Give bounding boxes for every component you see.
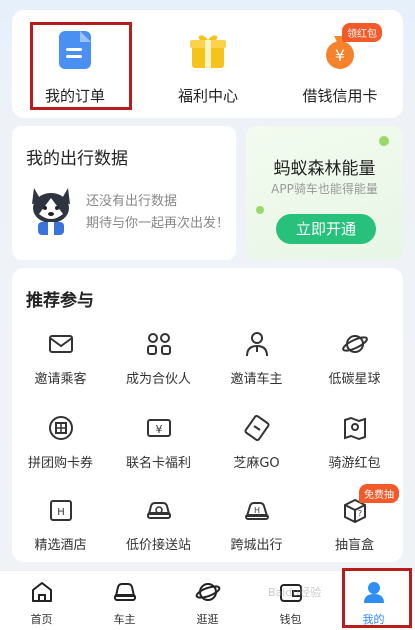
low-carbon-planet-label: 低碳星球 [328,372,381,387]
welfare-center-button[interactable]: 福利中心 [153,24,263,114]
welfare-center-label: 福利中心 [177,87,238,105]
gift-icon [188,30,228,74]
group-buy-coupon-button[interactable]: 拼团购卡券 [12,414,109,476]
invite-driver-label: 邀请车主 [230,372,283,387]
activate-now-button[interactable]: 立即开通 [276,214,376,244]
co-branded-card-label: 联名卡福利 [125,456,191,471]
ride-red-packet-label: 骑游红包 [328,456,381,471]
watermark-text: Baidu经验 [268,586,322,599]
invite-passenger-button[interactable]: 邀请乘客 [12,330,109,392]
station-shuttle-label: 低价接送站 [125,538,191,553]
nav-explore-label: 逛逛 [196,613,219,626]
planet-icon [341,330,369,362]
car-owner-icon [112,579,138,609]
partner-icon [145,330,173,362]
driver-icon [243,330,271,362]
selected-hotel-button[interactable]: H 精选酒店 [12,496,109,558]
ant-forest-subtitle: APP骑车也能得能量 [271,182,378,196]
sesame-go-label: 芝麻GO [233,456,280,471]
group-buy-coupon-label: 拼团购卡券 [27,456,93,471]
map-icon [341,414,369,446]
ant-forest-card[interactable]: 蚂蚁森林能量 APP骑车也能得能量 立即开通 [246,126,403,260]
car-icon [145,496,173,528]
svg-text:H: H [57,507,65,518]
trip-encouragement-text: 期待与你一起再次出发！ [86,216,230,231]
co-branded-card-button[interactable]: ¥ 联名卡福利 [110,414,207,476]
planet-nav-icon [195,579,221,609]
home-icon [29,579,55,609]
leaf-decor-icon [256,206,264,214]
nav-home-label: 首页 [30,613,53,626]
intercity-travel-label: 跨城出行 [230,538,283,553]
svg-text:¥: ¥ [335,46,345,65]
ride-red-packet-button[interactable]: 骑游红包 [306,414,403,476]
nav-car-owner-label: 车主 [113,613,136,626]
trip-data-card[interactable]: 我的出行数据 还没有出行数据 期待与你一起再次出发！ [12,126,236,260]
group-icon [47,414,75,446]
ant-forest-title: 蚂蚁森林能量 [273,159,376,179]
become-partner-button[interactable]: 成为合伙人 [110,330,207,392]
nav-car-owner[interactable]: 车主 [83,577,166,627]
invite-passenger-label: 邀请乘客 [34,372,87,387]
blind-box-button[interactable]: ? 抽盲盒 [306,496,403,558]
leaf-decor-icon [379,136,389,146]
nav-home[interactable]: 首页 [0,577,83,627]
highlight-box-orders [30,22,132,110]
svg-text:?: ? [357,509,361,518]
highlight-box-profile [342,568,412,628]
envelope-icon [47,330,75,362]
low-carbon-planet-button[interactable]: 低碳星球 [306,330,403,392]
become-partner-label: 成为合伙人 [125,372,191,387]
selected-hotel-label: 精选酒店 [34,538,87,553]
recommend-card: 推荐参与 邀请乘客 成为合伙人 邀请车主 低碳星球 拼团购卡券 ¥ 联名卡福利 … [12,268,403,562]
nav-wallet-label: 钱包 [279,613,302,626]
nav-explore[interactable]: 逛逛 [166,577,249,627]
trip-data-title: 我的出行数据 [26,149,128,169]
ticket-icon [243,414,271,446]
card-icon: ¥ [145,414,173,446]
loan-credit-card-label: 借钱信用卡 [302,87,378,105]
hotel-icon: H [47,496,75,528]
intercity-icon: H [243,496,271,528]
intercity-travel-button[interactable]: H 跨城出行 [208,496,305,558]
svg-text:¥: ¥ [155,423,162,436]
no-trip-data-text: 还没有出行数据 [86,194,178,209]
husky-mascot-icon [26,184,76,240]
station-shuttle-button[interactable]: 低价接送站 [110,496,207,558]
free-draw-badge: 免费抽 [359,484,399,503]
sesame-go-button[interactable]: 芝麻GO [208,414,305,476]
blind-box-label: 抽盲盒 [334,538,374,553]
recommend-title: 推荐参与 [26,291,94,311]
svg-text:H: H [253,506,259,515]
invite-driver-button[interactable]: 邀请车主 [208,330,305,392]
red-packet-badge: 领红包 [342,23,382,42]
